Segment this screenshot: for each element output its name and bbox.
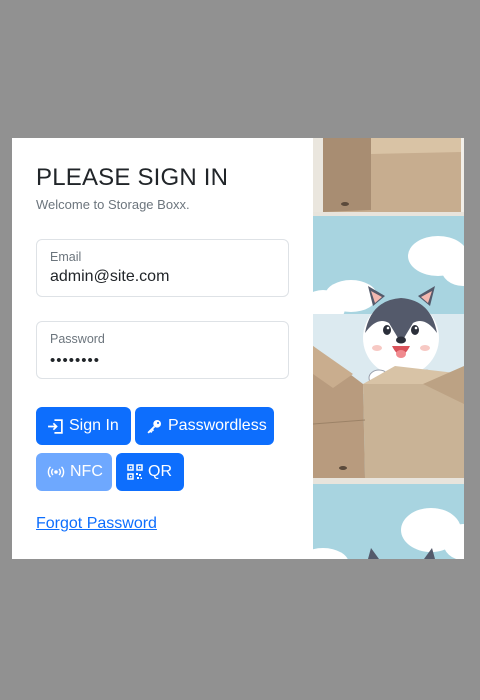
page-title: PLEASE SIGN IN <box>36 164 229 191</box>
password-value[interactable]: •••••••• <box>50 352 100 369</box>
email-field[interactable]: Email admin@site.com <box>36 239 289 297</box>
page-subtitle: Welcome to Storage Boxx. <box>36 197 190 212</box>
qr-label: QR <box>148 463 172 480</box>
nfc-button[interactable]: NFC <box>36 453 112 491</box>
sign-in-button[interactable]: Sign In <box>36 407 131 445</box>
nfc-icon <box>47 464 65 480</box>
forgot-password-link[interactable]: Forgot Password <box>36 515 157 533</box>
password-label: Password <box>50 332 105 346</box>
sign-in-label: Sign In <box>69 417 119 434</box>
password-field[interactable]: Password •••••••• <box>36 321 289 379</box>
qr-icon <box>127 464 143 480</box>
email-value[interactable]: admin@site.com <box>50 268 169 286</box>
sign-in-icon <box>47 418 64 435</box>
passwordless-button[interactable]: Passwordless <box>135 407 274 445</box>
nfc-label: NFC <box>70 463 103 480</box>
login-form: PLEASE SIGN IN Welcome to Storage Boxx. … <box>12 138 313 559</box>
qr-button[interactable]: QR <box>116 453 184 491</box>
login-card: PLEASE SIGN IN Welcome to Storage Boxx. … <box>12 138 464 559</box>
key-icon <box>146 418 163 435</box>
husky-in-box-illustration <box>313 138 464 559</box>
email-label: Email <box>50 250 82 264</box>
passwordless-label: Passwordless <box>168 417 267 434</box>
